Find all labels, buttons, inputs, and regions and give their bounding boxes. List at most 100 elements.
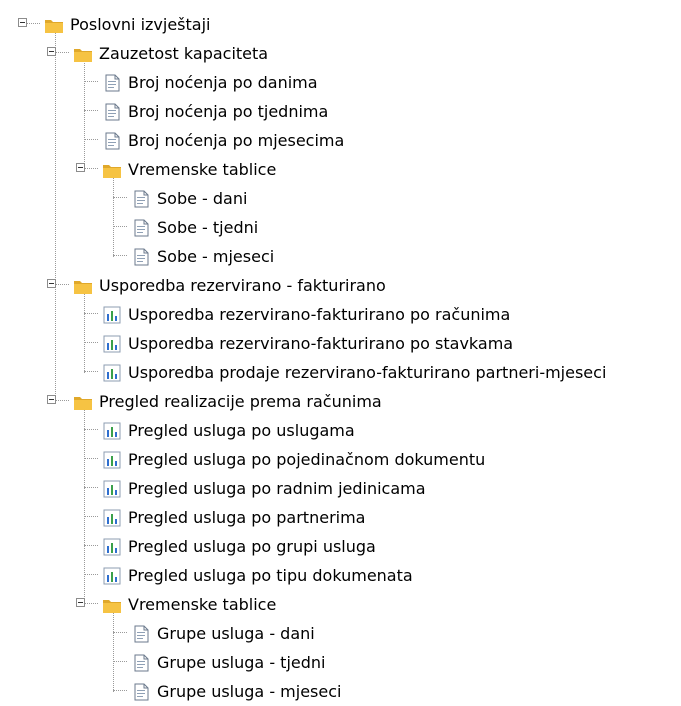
tree-report-item[interactable]: Pregled usluga po pojedinačnom dokumentu [0,445,681,474]
tree-node-label[interactable]: Pregled usluga po uslugama [128,420,355,441]
document-icon [102,131,122,151]
bar-chart-icon [102,479,122,499]
folder-icon [102,595,122,615]
collapse-icon[interactable] [18,18,27,27]
tree-node-label[interactable]: Vremenske tablice [128,594,276,615]
tree-line [113,632,127,633]
tree-folder-node[interactable]: Pregled realizacije prema računima [0,387,681,416]
tree-line [84,313,98,314]
tree-node-label[interactable]: Broj noćenja po danima [128,72,318,93]
tree-report-item[interactable]: Usporedba prodaje rezervirano-fakturiran… [0,358,681,387]
document-icon [131,189,151,209]
tree-node-label[interactable]: Grupe usluga - dani [157,623,315,644]
folder-icon [102,160,122,180]
tree-report-item[interactable]: Grupe usluga - tjedni [0,648,681,677]
tree-report-item[interactable]: Pregled usluga po uslugama [0,416,681,445]
tree-node-label[interactable]: Poslovni izvještaji [70,14,210,35]
collapse-icon[interactable] [76,598,85,607]
folder-icon [44,15,64,35]
document-icon [131,653,151,673]
tree-node-label[interactable]: Pregled usluga po grupi usluga [128,536,376,557]
collapse-icon[interactable] [47,279,56,288]
tree-line [84,545,98,546]
tree-line [113,226,127,227]
tree-node-label[interactable]: Usporedba rezervirano - fakturirano [99,275,386,296]
document-icon [131,218,151,238]
bar-chart-icon [102,566,122,586]
document-icon [131,247,151,267]
tree-node-label[interactable]: Broj noćenja po mjesecima [128,130,344,151]
tree-folder-node[interactable]: Vremenske tablice [0,155,681,184]
tree-line [84,429,98,430]
tree-line [84,139,98,140]
tree-report-item[interactable]: Pregled usluga po partnerima [0,503,681,532]
tree-line [84,603,98,604]
tree-node-label[interactable]: Sobe - tjedni [157,217,258,238]
tree-node-label[interactable]: Usporedba prodaje rezervirano-fakturiran… [128,362,606,383]
tree-node-label[interactable]: Sobe - dani [157,188,247,209]
tree-report-item[interactable]: Pregled usluga po grupi usluga [0,532,681,561]
bar-chart-icon [102,363,122,383]
tree-line [113,661,127,662]
tree-node-label[interactable]: Pregled usluga po partnerima [128,507,365,528]
tree-line [113,255,127,256]
tree-node-label[interactable]: Pregled usluga po pojedinačnom dokumentu [128,449,485,470]
tree-line [84,371,98,372]
tree-report-item[interactable]: Broj noćenja po mjesecima [0,126,681,155]
tree-node-label[interactable]: Zauzetost kapaciteta [99,43,268,64]
tree-node-label[interactable]: Pregled usluga po radnim jedinicama [128,478,426,499]
tree-line [113,197,127,198]
bar-chart-icon [102,305,122,325]
tree-node-label[interactable]: Pregled usluga po tipu dokumenata [128,565,413,586]
folder-icon [73,392,93,412]
tree-line [84,81,98,82]
tree-folder-node[interactable]: Zauzetost kapaciteta [0,39,681,68]
tree-report-item[interactable]: Grupe usluga - dani [0,619,681,648]
collapse-icon[interactable] [76,163,85,172]
bar-chart-icon [102,450,122,470]
tree-report-item[interactable]: Sobe - tjedni [0,213,681,242]
document-icon [131,682,151,702]
tree-report-item[interactable]: Broj noćenja po tjednima [0,97,681,126]
report-tree: Poslovni izvještaji Zauzetost kapaciteta… [0,0,681,701]
bar-chart-icon [102,537,122,557]
tree-report-item[interactable]: Sobe - mjeseci [0,242,681,271]
tree-line [84,110,98,111]
document-icon [102,102,122,122]
tree-node-label[interactable]: Pregled realizacije prema računima [99,391,382,412]
tree-report-item[interactable]: Usporedba rezervirano-fakturirano po sta… [0,329,681,358]
tree-line [26,23,40,24]
tree-line [55,284,69,285]
tree-line [55,52,69,53]
tree-report-item[interactable]: Pregled usluga po radnim jedinicama [0,474,681,503]
bar-chart-icon [102,508,122,528]
tree-node-label[interactable]: Grupe usluga - mjeseci [157,681,341,702]
tree-node-label[interactable]: Sobe - mjeseci [157,246,274,267]
tree-report-item[interactable]: Broj noćenja po danima [0,68,681,97]
tree-line [84,487,98,488]
collapse-icon[interactable] [47,395,56,404]
collapse-icon[interactable] [47,47,56,56]
bar-chart-icon [102,334,122,354]
tree-line [84,574,98,575]
tree-folder-node[interactable]: Usporedba rezervirano - fakturirano [0,271,681,300]
tree-node-label[interactable]: Usporedba rezervirano-fakturirano po sta… [128,333,513,354]
tree-report-item[interactable]: Pregled usluga po tipu dokumenata [0,561,681,590]
tree-line [84,168,98,169]
tree-line [113,690,127,691]
tree-node-label[interactable]: Broj noćenja po tjednima [128,101,328,122]
tree-node-label[interactable]: Usporedba rezervirano-fakturirano po rač… [128,304,510,325]
document-icon [102,73,122,93]
tree-line [55,400,69,401]
folder-icon [73,44,93,64]
tree-folder-node[interactable]: Vremenske tablice [0,590,681,619]
tree-folder-node[interactable]: Poslovni izvještaji [0,10,681,39]
tree-report-item[interactable]: Sobe - dani [0,184,681,213]
tree-report-item[interactable]: Usporedba rezervirano-fakturirano po rač… [0,300,681,329]
tree-node-label[interactable]: Vremenske tablice [128,159,276,180]
tree-report-item[interactable]: Grupe usluga - mjeseci [0,677,681,706]
tree-line [84,342,98,343]
tree-line [84,516,98,517]
tree-node-label[interactable]: Grupe usluga - tjedni [157,652,325,673]
bar-chart-icon [102,421,122,441]
